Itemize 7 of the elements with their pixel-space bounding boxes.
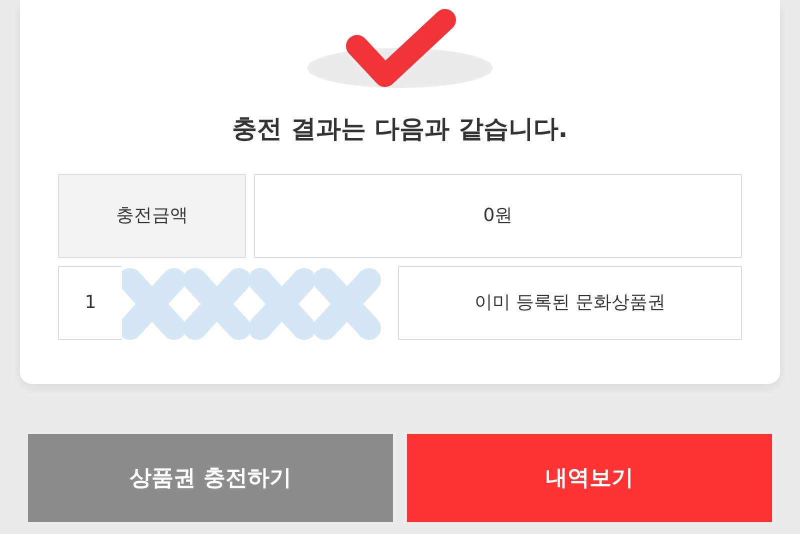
- status-cell: 이미 등록된 문화상품권: [398, 266, 742, 340]
- charge-button[interactable]: 상품권 충전하기: [28, 434, 393, 522]
- history-button[interactable]: 내역보기: [407, 434, 772, 522]
- amount-label-cell: 충전금액: [58, 174, 246, 258]
- result-heading: 충전 결과는 다음과 같습니다.: [231, 113, 569, 145]
- number-cell: 1: [58, 266, 122, 340]
- amount-value-cell: 0원: [254, 174, 742, 258]
